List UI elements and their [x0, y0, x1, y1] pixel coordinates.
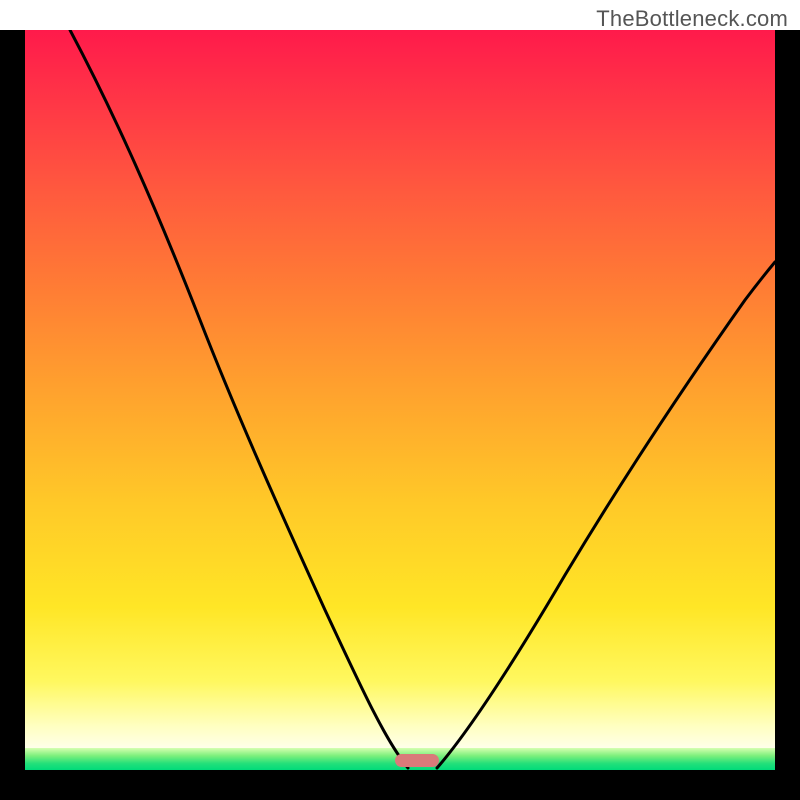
curve-right-branch [437, 262, 775, 768]
optimal-range-marker [395, 754, 439, 767]
plot-area [25, 30, 775, 770]
curve-left-branch [70, 30, 408, 768]
chart-container: TheBottleneck.com [0, 0, 800, 800]
watermark-text: TheBottleneck.com [596, 6, 788, 32]
plot-frame [0, 30, 800, 800]
bottleneck-curve [25, 30, 775, 770]
